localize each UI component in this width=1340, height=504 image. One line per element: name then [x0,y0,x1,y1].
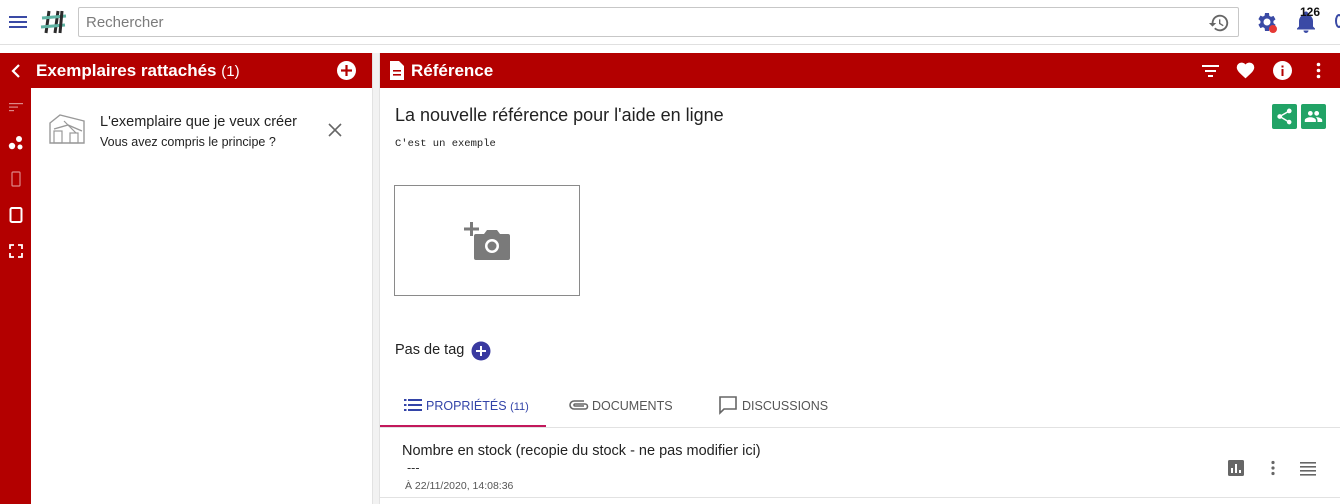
panel-splitter[interactable] [372,53,380,504]
gear-icon[interactable] [1254,10,1278,34]
share-icon [1277,108,1292,125]
tab-bar: PROPRIÉTÉS (11) DOCUMENTS DISCUSSIONS [380,386,1340,428]
bubbles-icon[interactable] [7,134,25,152]
property-value: --- [407,461,420,475]
tab-discussions[interactable]: DISCUSSIONS [718,386,838,427]
chat-icon [719,396,737,415]
item-subtitle: Vous avez compris le principe ? [100,135,276,149]
warehouse-icon [48,111,86,145]
tags-label: Pas de tag [395,342,465,358]
fullscreen-icon[interactable] [7,242,25,260]
menu-lines-icon[interactable] [1299,459,1317,477]
tab-properties-count: (11) [510,401,529,413]
property-row[interactable]: Nombre en stock (recopie du stock - ne p… [380,428,1340,498]
app-logo[interactable] [40,8,68,36]
reference-subtitle: C'est un exemple [395,138,496,150]
property-date: À 22/11/2020, 14:08:36 [405,480,514,492]
top-bar: 126 [0,0,1340,45]
share-button[interactable] [1272,104,1297,129]
reference-header: Référence [380,53,1340,88]
more-vert-icon[interactable] [1264,459,1282,477]
partial-icon[interactable] [1335,14,1340,28]
item-title: L'exemplaire que je veux créer [100,114,298,130]
panel-title: Exemplaires rattachés (1) [36,61,240,80]
notification-count: 126 [1300,5,1321,19]
tab-discussions-label: DISCUSSIONS [742,399,829,413]
search-input[interactable] [79,8,1189,36]
tab-documents-label: DOCUMENTS [592,399,673,413]
tab-properties-label: PROPRIÉTÉS [426,399,507,413]
group-icon [1304,110,1323,123]
attached-copies-panel: Exemplaires rattachés (1) L'exemplaire q… [31,53,372,504]
sort-icon[interactable] [7,98,25,116]
tab-properties[interactable]: PROPRIÉTÉS (11) [380,386,546,427]
left-rail [0,53,31,504]
list-item[interactable]: L'exemplaire que je veux créer Vous avez… [31,107,372,157]
bar-chart-icon[interactable] [1227,459,1245,477]
add-circle-icon[interactable] [336,60,357,81]
list-icon [404,399,422,411]
chevron-left-icon[interactable] [7,62,25,80]
phone-outline-icon[interactable] [7,170,25,188]
tab-documents[interactable]: DOCUMENTS [568,386,678,427]
panel-count: (1) [221,63,240,80]
group-button[interactable] [1301,104,1326,129]
add-photo-area[interactable] [394,185,580,296]
history-icon[interactable] [1208,12,1230,34]
add-photo-icon [464,222,510,260]
add-tag-icon[interactable] [471,341,491,361]
heart-icon[interactable] [1235,60,1256,81]
document-icon [388,60,406,81]
more-vert-icon[interactable] [1308,60,1329,81]
menu-icon[interactable] [7,11,29,33]
reference-title: La nouvelle référence pour l'aide en lig… [395,105,724,125]
property-name: Nombre en stock (recopie du stock - ne p… [402,443,761,459]
info-icon[interactable] [1272,60,1293,81]
close-icon[interactable] [328,123,342,137]
filter-icon[interactable] [1200,60,1221,81]
tablet-icon[interactable] [7,206,25,224]
attachment-icon [569,400,589,410]
attached-copies-header: Exemplaires rattachés (1) [31,53,372,88]
header-title: Référence [411,61,494,80]
search-box [78,7,1239,37]
